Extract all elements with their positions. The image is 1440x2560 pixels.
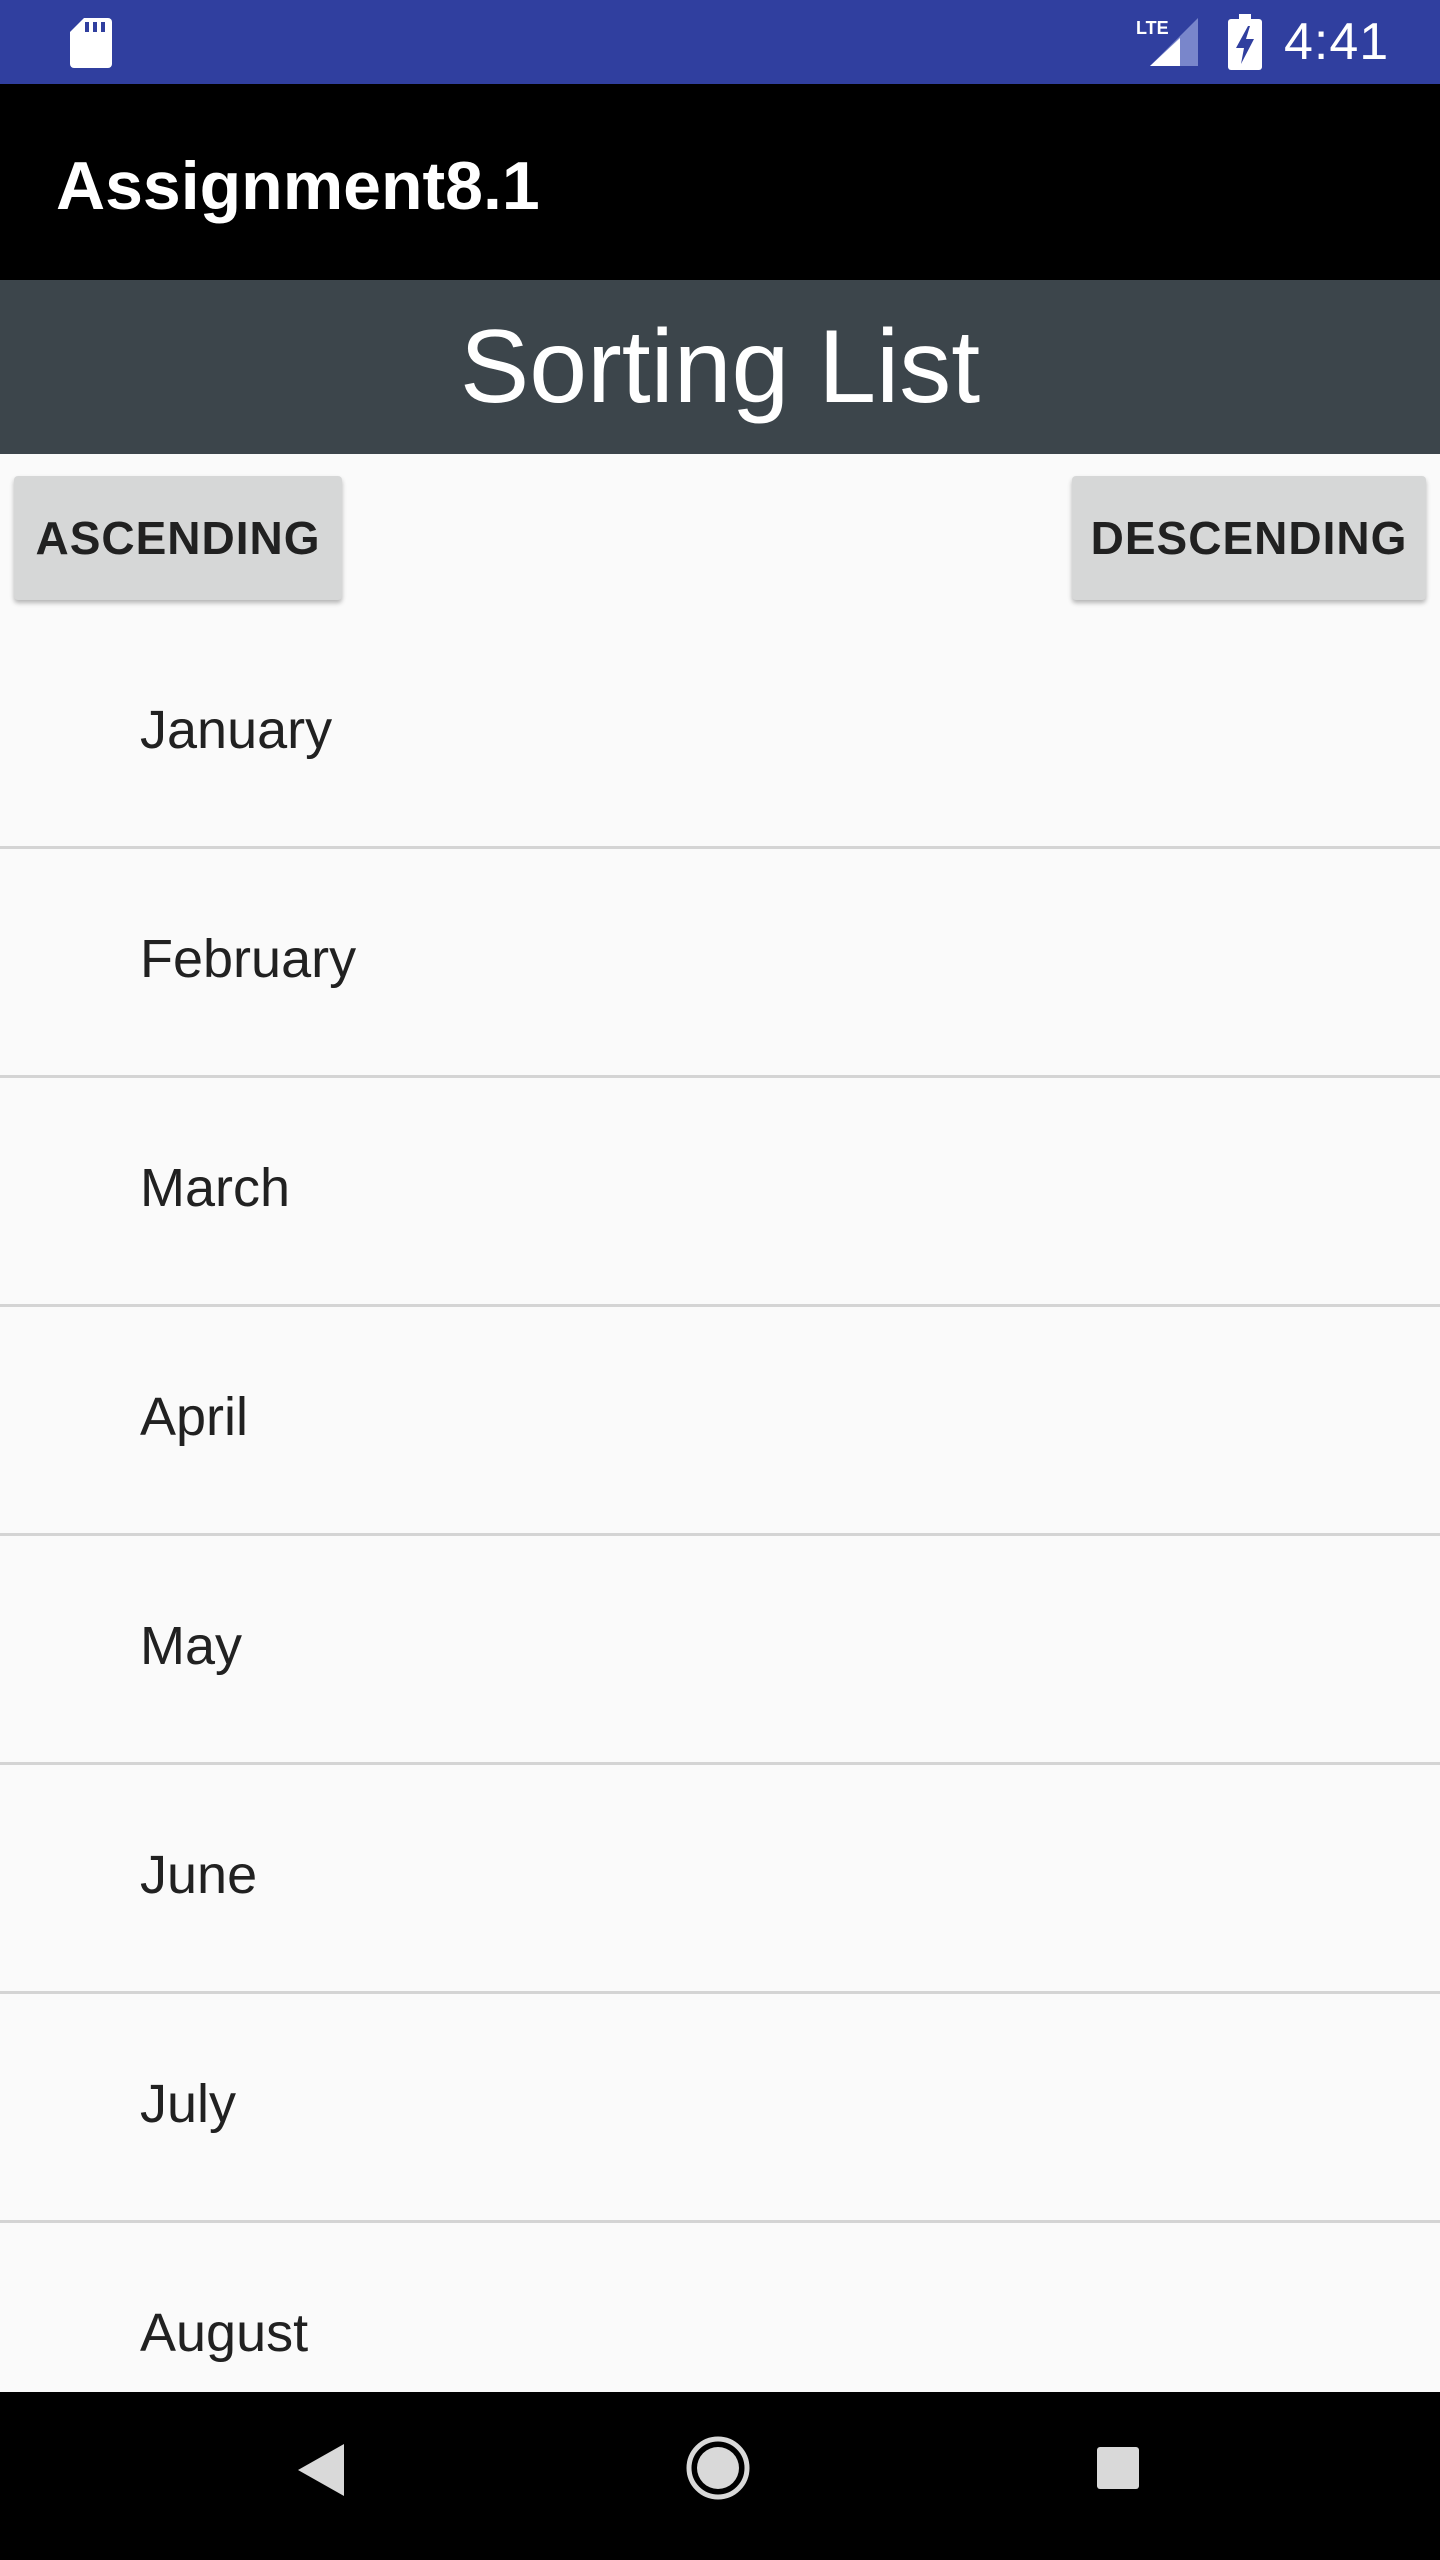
month-label: February <box>140 929 357 989</box>
month-label: April <box>140 1387 249 1447</box>
list-item[interactable]: July <box>0 1994 1440 2223</box>
month-label: August <box>140 2303 309 2363</box>
lte-signal-icon: LTE <box>1136 18 1198 66</box>
list-item[interactable]: April <box>0 1307 1440 1536</box>
sorting-title: Sorting List <box>459 309 981 425</box>
lte-label: LTE <box>1136 18 1169 38</box>
month-label: June <box>140 1845 258 1905</box>
list-item[interactable]: February <box>0 849 1440 1078</box>
month-label: March <box>140 1158 291 1218</box>
ascending-button[interactable]: ASCENDING <box>14 476 342 600</box>
home-icon[interactable] <box>686 2436 750 2500</box>
status-clock: 4:41 <box>1284 13 1390 71</box>
list-item[interactable]: March <box>0 1078 1440 1307</box>
sd-card-icon <box>70 18 112 68</box>
battery-charging-icon <box>1228 14 1262 70</box>
month-label: January <box>140 700 333 760</box>
list-item[interactable]: June <box>0 1765 1440 1994</box>
app-bar: Assignment8.1 <box>0 84 1440 280</box>
screen: LTE 4:41 Assignment8.1 Sorting List ASCE… <box>0 0 1440 2560</box>
navigation-bar <box>0 2392 1440 2560</box>
back-icon[interactable] <box>296 2442 346 2498</box>
list-item[interactable]: May <box>0 1536 1440 1765</box>
month-label: July <box>140 2074 237 2134</box>
recents-icon[interactable] <box>1096 2446 1140 2490</box>
month-label: May <box>140 1616 243 1676</box>
sorting-header: Sorting List <box>0 280 1440 454</box>
descending-button[interactable]: DESCENDING <box>1072 476 1426 600</box>
list-item[interactable]: August <box>0 2223 1440 2392</box>
app-title: Assignment8.1 <box>56 148 540 224</box>
month-list[interactable]: January February March April May June Ju… <box>0 620 1440 2392</box>
status-bar: LTE 4:41 <box>0 0 1440 84</box>
list-item[interactable]: January <box>0 620 1440 849</box>
